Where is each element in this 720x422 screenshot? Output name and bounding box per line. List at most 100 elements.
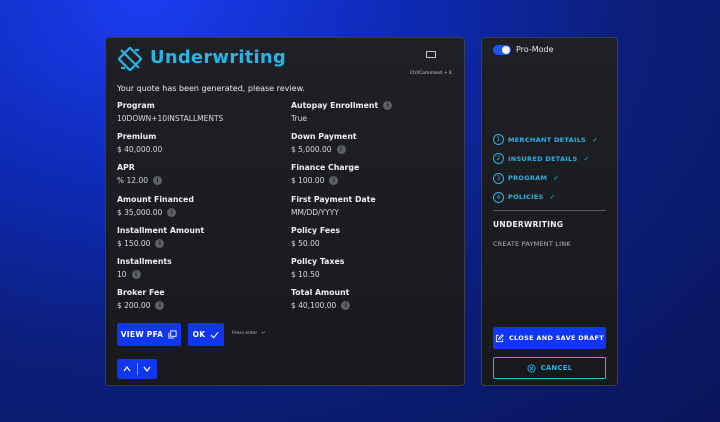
step-merchant-details[interactable]: 1 MERCHANT DETAILS ✓ xyxy=(493,134,598,145)
current-step: UNDERWRITING xyxy=(493,220,564,229)
step-number: 3 xyxy=(493,172,504,184)
field-value: True xyxy=(291,114,307,123)
field-label: Down Payment xyxy=(291,132,357,142)
field-value-row: $ 100.00 i xyxy=(291,176,461,186)
field-value: $ 150.00 xyxy=(117,238,151,248)
field-label-row: Installments xyxy=(117,257,287,266)
info-icon[interactable]: i xyxy=(341,301,351,311)
field-autopay-enrollment: Autopay Enrollment i True xyxy=(291,101,461,123)
field-installments: Installments 10 i xyxy=(117,257,287,279)
field-label: Finance Charge xyxy=(291,163,360,173)
field-value-row: $ 200.00 i xyxy=(117,301,287,311)
field-value: 10DOWN+10INSTALLMENTS xyxy=(117,114,224,123)
next-button[interactable] xyxy=(138,359,158,379)
info-icon[interactable]: i xyxy=(329,176,339,186)
info-icon[interactable]: i xyxy=(155,238,165,248)
command-shortcut[interactable]: Ctrl/Command + K xyxy=(410,51,452,78)
press-enter-hint: Press enter ↵ xyxy=(232,331,265,336)
field-program: Program 10DOWN+10INSTALLMENTS xyxy=(117,101,287,123)
field-label: Autopay Enrollment xyxy=(291,101,379,110)
cancel-label: CANCEL xyxy=(540,364,573,372)
edit-icon xyxy=(495,333,504,342)
step-number: 2 xyxy=(493,153,504,165)
field-value: $ 35,000.00 xyxy=(117,207,163,217)
field-value-row: $ 35,000.00 i xyxy=(117,207,287,217)
press-enter-text: Press enter xyxy=(232,331,258,336)
step-insured-details[interactable]: 2 INSURED DETAILS ✓ xyxy=(493,153,590,165)
field-value: $ 40,100.00 xyxy=(291,301,337,311)
field-label-row: Total Amount xyxy=(291,288,461,297)
shortcut-text: Ctrl/Command + K xyxy=(409,71,452,76)
step-label: PROGRAM xyxy=(508,174,548,183)
field-policy-taxes: Policy Taxes $ 10.50 xyxy=(291,257,461,279)
field-value-row: 10 i xyxy=(117,270,287,279)
field-value: $ 10.50 xyxy=(291,270,320,279)
step-policies[interactable]: 4 POLICIES ✓ xyxy=(493,191,556,203)
ok-button[interactable]: OK xyxy=(188,323,224,346)
field-label-row: Premium xyxy=(117,132,287,141)
field-value-row: MM/DD/YYYY xyxy=(291,208,461,217)
field-amount-financed: Amount Financed $ 35,000.00 i xyxy=(117,195,287,217)
field-label: Premium xyxy=(117,132,157,142)
previous-button[interactable] xyxy=(117,359,137,379)
ok-label: OK xyxy=(192,330,206,339)
logo-icon xyxy=(118,47,142,71)
pro-mode-toggle[interactable] xyxy=(493,45,511,55)
field-value-row: % 12.00 i xyxy=(117,176,287,186)
field-value-row: 10DOWN+10INSTALLMENTS xyxy=(117,114,287,123)
info-icon[interactable]: i xyxy=(167,207,177,217)
view-pfa-button[interactable]: VIEW PFA xyxy=(117,323,181,346)
next-step: CREATE PAYMENT LINK xyxy=(493,240,571,248)
page-title: Underwriting xyxy=(150,47,286,68)
field-label: First Payment Date xyxy=(291,194,376,204)
field-label: Program xyxy=(117,101,155,110)
step-label: MERCHANT DETAILS xyxy=(508,135,587,144)
info-icon[interactable]: i xyxy=(155,301,165,311)
field-value-row: $ 10.50 xyxy=(291,270,461,279)
info-icon[interactable]: i xyxy=(383,101,393,110)
field-value-row: $ 40,000.00 xyxy=(117,145,287,154)
checkmark-icon: ✓ xyxy=(592,135,599,144)
field-policy-fees: Policy Fees $ 50.00 xyxy=(291,226,461,248)
field-installment-amount: Installment Amount $ 150.00 i xyxy=(117,226,287,248)
cancel-button[interactable]: CANCEL xyxy=(493,357,606,379)
field-first-payment-date: First Payment Date MM/DD/YYYY xyxy=(291,195,461,217)
step-program[interactable]: 3 PROGRAM ✓ xyxy=(493,172,560,184)
field-apr: APR % 12.00 i xyxy=(117,163,287,186)
field-label: Policy Taxes xyxy=(291,257,345,266)
info-icon[interactable]: i xyxy=(336,145,346,155)
check-icon xyxy=(210,331,219,338)
info-icon[interactable]: i xyxy=(131,270,141,279)
pro-mode-label: Pro-Mode xyxy=(516,45,554,54)
close-and-save-draft-button[interactable]: CLOSE AND SAVE DRAFT xyxy=(493,327,606,349)
close-save-label: CLOSE AND SAVE DRAFT xyxy=(508,334,605,342)
cancel-icon xyxy=(527,363,536,373)
field-label-row: Broker Fee xyxy=(117,288,287,297)
field-broker-fee: Broker Fee $ 200.00 i xyxy=(117,288,287,311)
field-total-amount: Total Amount $ 40,100.00 i xyxy=(291,288,461,311)
view-pfa-label: VIEW PFA xyxy=(120,330,164,339)
checkmark-icon: ✓ xyxy=(549,193,556,202)
field-value-row: True xyxy=(291,114,461,123)
enter-key-icon: ↵ xyxy=(258,331,266,336)
field-down-payment: Down Payment $ 5,000.00 i xyxy=(291,132,461,155)
steps-divider xyxy=(493,210,606,211)
underwriting-panel: Underwriting Ctrl/Command + K Your quote… xyxy=(105,37,465,386)
step-navigation xyxy=(117,359,157,379)
field-label: Amount Financed xyxy=(117,194,194,204)
field-label-row: Finance Charge xyxy=(291,163,461,172)
field-label: Installments xyxy=(117,257,172,266)
field-label-row: Policy Fees xyxy=(291,226,461,235)
field-value-row: $ 150.00 i xyxy=(117,238,287,248)
copy-icon xyxy=(168,330,177,339)
field-value: MM/DD/YYYY xyxy=(291,207,339,217)
field-finance-charge: Finance Charge $ 100.00 i xyxy=(291,163,461,186)
info-icon[interactable]: i xyxy=(152,176,162,186)
field-label: Broker Fee xyxy=(117,288,165,298)
field-value: % 12.00 xyxy=(117,176,148,186)
field-value-row: $ 40,100.00 i xyxy=(291,301,461,311)
chevron-down-icon xyxy=(143,366,151,372)
field-label-row: Amount Financed xyxy=(117,195,287,204)
checkmark-icon: ✓ xyxy=(553,174,560,183)
field-label-row: Program xyxy=(117,101,287,110)
